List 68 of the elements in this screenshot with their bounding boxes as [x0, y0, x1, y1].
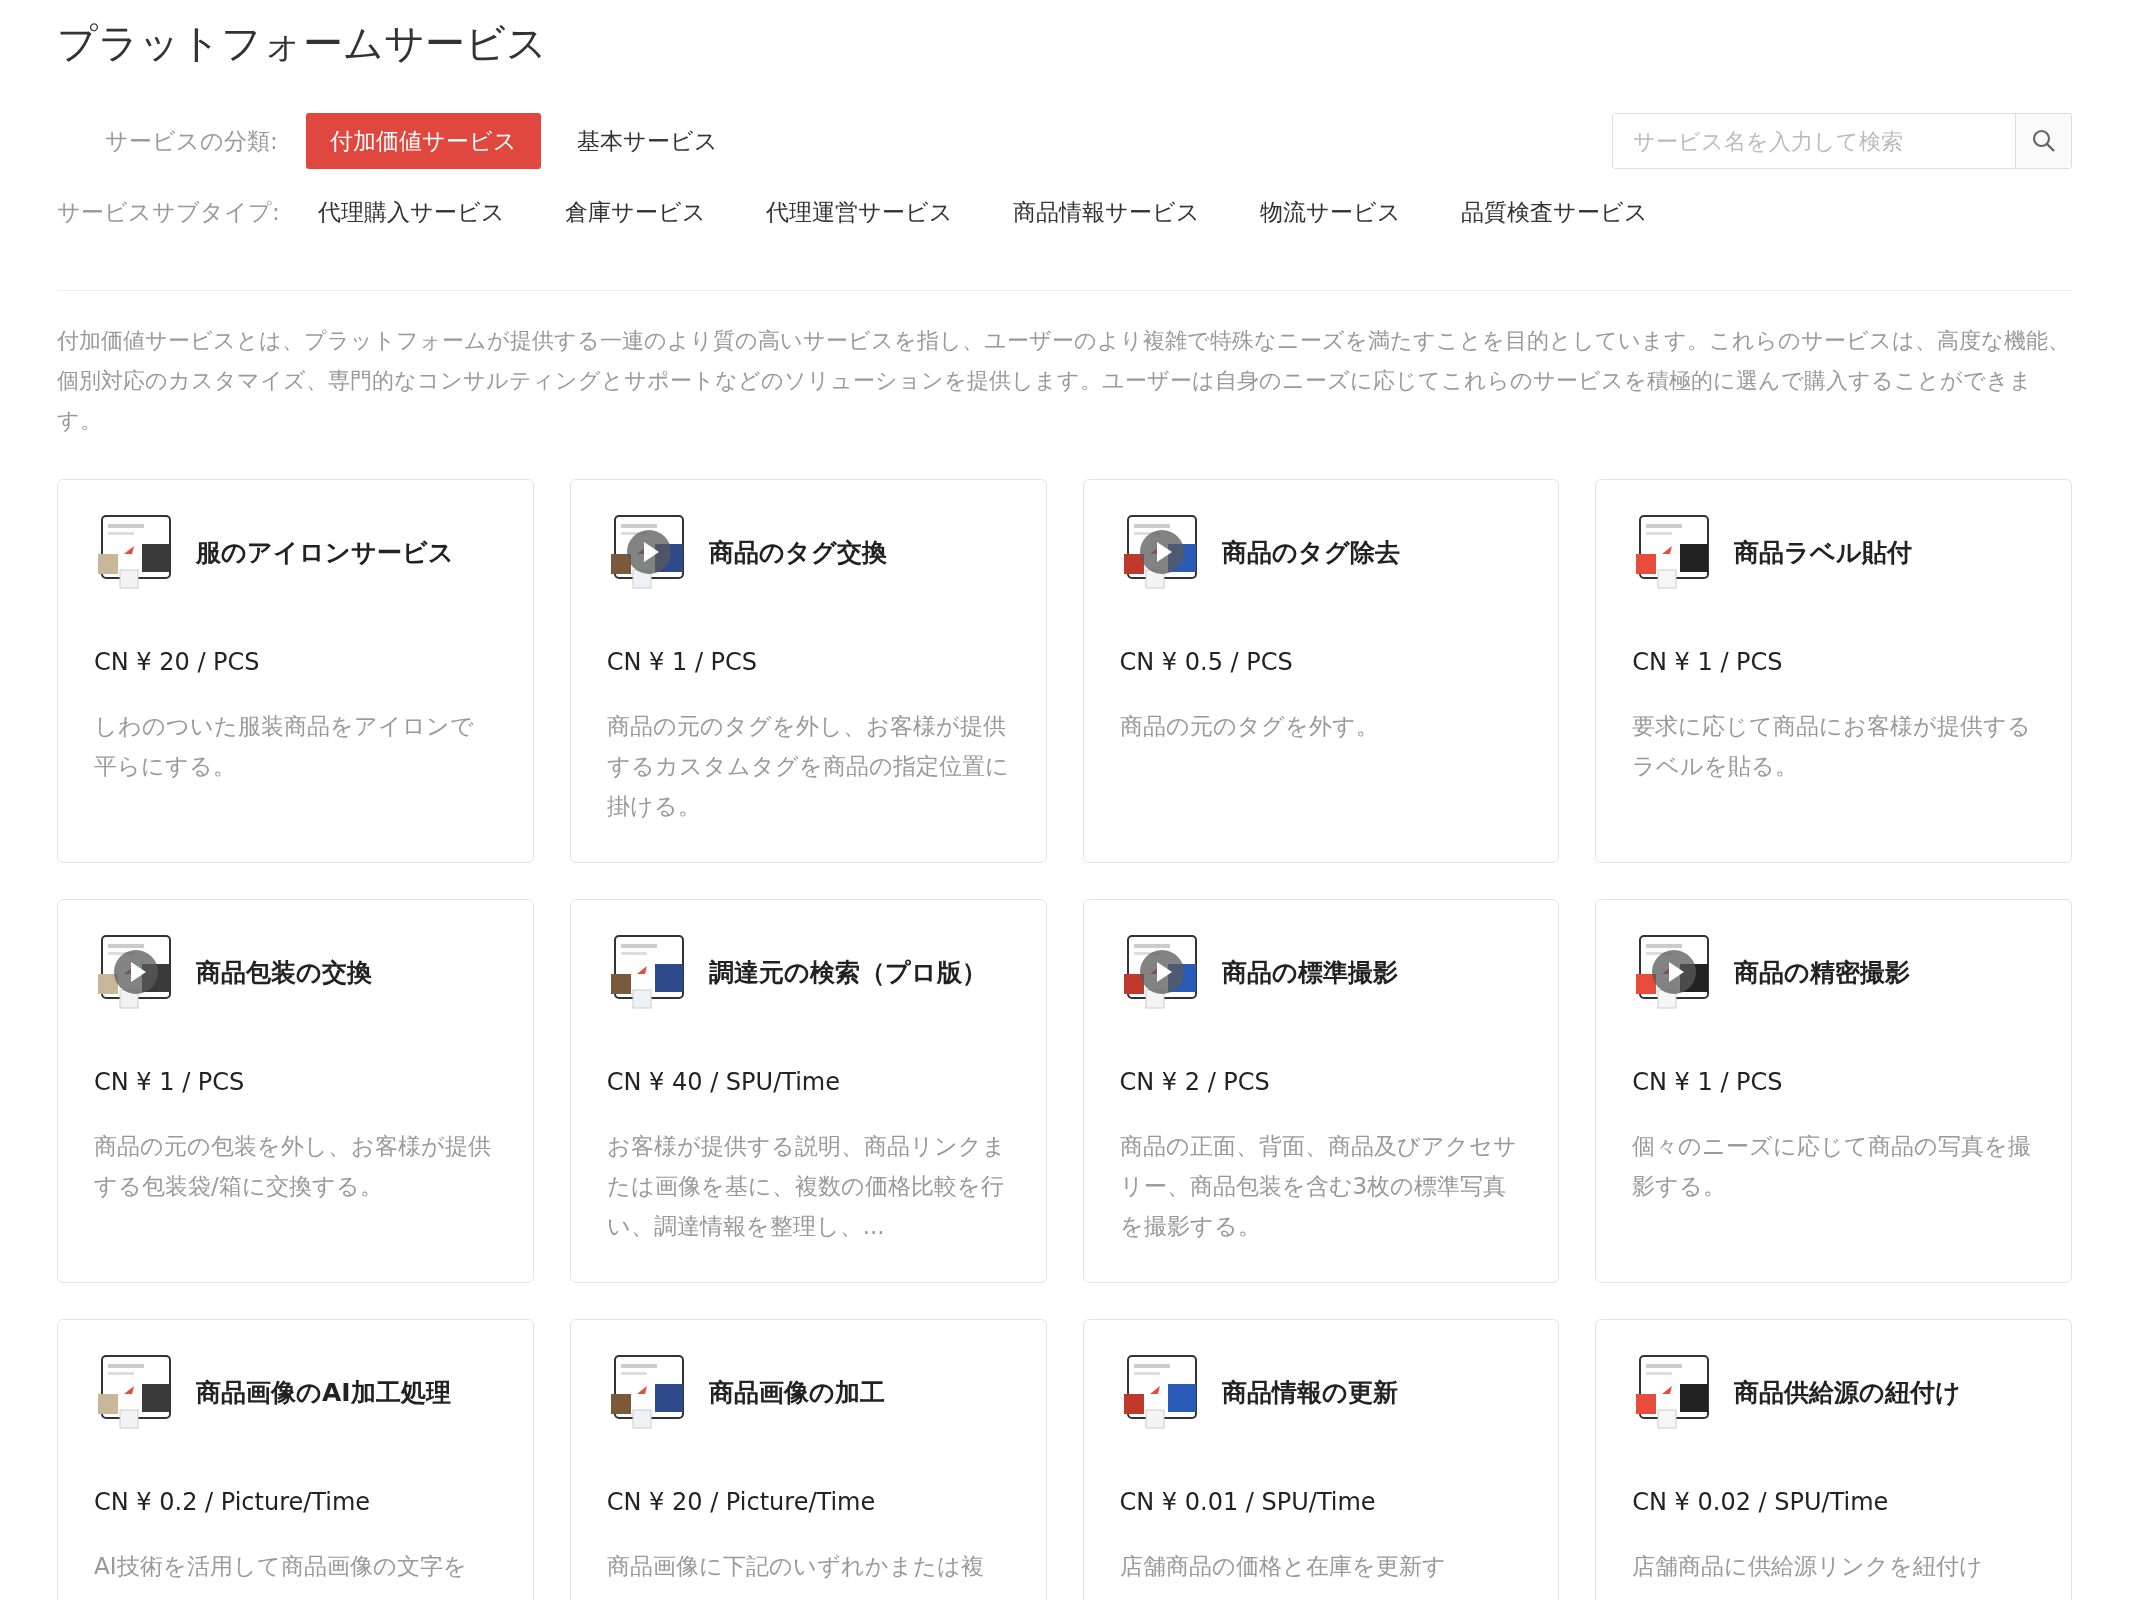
description-text: 付加価値サービスとは、プラットフォームが提供する一連のより質の高いサービスを指し、ユーザーのより複雑で特殊なニーズを満たすことを目的としています。これらのサービスは、高度な機能、個別対応のカスタマイズ、専門的なコンサルティングとサポートなどのソリューションを提供します。ユーザーは自身のニーズに応じてこれらのサービスを積極的に選んで購入することができます。	[57, 327, 2071, 435]
service-title: 商品ラベル貼付	[1734, 536, 1913, 569]
service-price: CN ¥ 1 / PCS	[1632, 648, 1784, 676]
service-title: 商品の標準撮影	[1221, 956, 1398, 989]
service-description: 個々のニーズに応じて商品の写真を撮影する。	[1632, 1132, 2033, 1201]
service-description: 店舗商品に供給源リンクを紐付け	[1632, 1552, 1985, 1581]
service-price: CN ¥ 40 / SPU/Time	[606, 1068, 841, 1096]
service-description: 商品画像に下記のいずれかまたは複	[606, 1552, 985, 1581]
service-card[interactable]: 服のアイロンサービス CN ¥ 20 / PCS しわのついた服装商品をアイロンで平らにする。	[57, 479, 534, 863]
service-description: 要求に応じて商品にお客様が提供するラベルを貼る。	[1632, 712, 2033, 781]
service-title: 商品のタグ交換	[708, 536, 887, 569]
service-card[interactable]: 商品のタグ交換 CN ¥ 1 / PCS 商品の元のタグを外し、お客様が提供するカスタムタグを商品の指定位置に掛ける。	[569, 479, 1047, 863]
category-tab[interactable]: 基本サービス	[552, 113, 742, 169]
play-icon[interactable]	[1139, 530, 1184, 574]
service-card[interactable]: 商品画像のAI加工処理 CN ¥ 0.2 / Picture/Time AI技術を活用して商品画像の文字を	[57, 1319, 534, 1600]
subtype-tab[interactable]: 代理購入サービス	[295, 196, 527, 228]
page-title: プラットフォームサービス	[57, 19, 548, 68]
service-title: 服のアイロンサービス	[196, 536, 454, 569]
service-description: 商品の元のタグを外す。	[1119, 712, 1380, 741]
service-description: 商品の元の包装を外し、お客様が提供する包装袋/箱に交換する。	[94, 1132, 492, 1201]
service-price: CN ¥ 1 / PCS	[1632, 1068, 1784, 1096]
service-price: CN ¥ 0.02 / SPU/Time	[1632, 1488, 1890, 1516]
service-title: 商品供給源の紐付け	[1734, 1376, 1962, 1409]
play-icon[interactable]	[1652, 950, 1697, 994]
service-card[interactable]: 商品包装の交換 CN ¥ 1 / PCS 商品の元の包装を外し、お客様が提供する包装袋/箱に交換する。	[57, 899, 534, 1283]
service-price: CN ¥ 20 / PCS	[94, 648, 261, 676]
subtype-tab[interactable]: 代理運営サービス	[743, 196, 975, 228]
service-card[interactable]: 商品供給源の紐付け CN ¥ 0.02 / SPU/Time 店舗商品に供給源リンクを紐付け	[1595, 1319, 2072, 1600]
search-field[interactable]: サービス名を入力して検索	[1612, 113, 2072, 169]
service-card[interactable]: 商品情報の更新 CN ¥ 0.01 / SPU/Time 店舗商品の価格と在庫を更新す	[1082, 1319, 1560, 1600]
subtype-label: サービスサブタイプ:	[57, 197, 280, 227]
subtype-tab[interactable]: 倉庫サービス	[542, 196, 728, 228]
service-description: 店舗商品の価格と在庫を更新す	[1119, 1552, 1447, 1581]
search-button[interactable]	[2015, 114, 2071, 168]
service-card[interactable]: 商品のタグ除去 CN ¥ 0.5 / PCS 商品の元のタグを外す。	[1082, 479, 1560, 863]
subtype-tab[interactable]: 品質検査サービス	[1438, 196, 1670, 228]
subtype-tab[interactable]: 商品情報サービス	[990, 196, 1222, 228]
service-card[interactable]: 商品の標準撮影 CN ¥ 2 / PCS 商品の正面、背面、商品及びアクセサリー、商品包装を含む3枚の標準写真を撮影する。	[1082, 899, 1560, 1283]
service-price: CN ¥ 1 / PCS	[94, 1068, 246, 1096]
service-description: お客様が提供する説明、商品リンクまたは画像を基に、複数の価格比較を行い、調達情報を整理し、...	[606, 1132, 1007, 1241]
service-description: AI技術を活用して商品画像の文字を	[94, 1552, 468, 1581]
service-title: 商品画像の加工	[708, 1376, 885, 1409]
service-price: CN ¥ 1 / PCS	[606, 648, 759, 676]
service-price: CN ¥ 0.01 / SPU/Time	[1119, 1488, 1377, 1516]
service-card[interactable]: 商品ラベル貼付 CN ¥ 1 / PCS 要求に応じて商品にお客様が提供するラベルを貼る。	[1595, 479, 2072, 863]
category-tab[interactable]: 付加価値サービス	[305, 113, 541, 169]
play-icon[interactable]	[626, 530, 671, 574]
service-price: CN ¥ 0.2 / Picture/Time	[94, 1488, 372, 1516]
service-title: 商品のタグ除去	[1221, 536, 1400, 569]
play-icon[interactable]	[114, 950, 158, 994]
service-card[interactable]: 調達元の検索（プロ版） CN ¥ 40 / SPU/Time お客様が提供する説明、商品リンクまたは画像を基に、複数の価格比較を行い、調達情報を整理し、...	[569, 899, 1047, 1283]
service-title: 商品の精密撮影	[1734, 956, 1911, 989]
service-title: 商品画像のAI加工処理	[196, 1376, 451, 1409]
service-title: 商品情報の更新	[1221, 1376, 1398, 1409]
play-icon[interactable]	[1139, 950, 1184, 994]
service-title: 調達元の検索（プロ版）	[708, 956, 987, 989]
service-price: CN ¥ 0.5 / PCS	[1119, 648, 1294, 676]
service-card[interactable]: 商品の精密撮影 CN ¥ 1 / PCS 個々のニーズに応じて商品の写真を撮影する。	[1595, 899, 2072, 1283]
service-description: しわのついた服装商品をアイロンで平らにする。	[94, 712, 475, 781]
service-price: CN ¥ 20 / Picture/Time	[606, 1488, 877, 1516]
search-icon	[2030, 128, 2057, 154]
service-description: 商品の正面、背面、商品及びアクセサリー、商品包装を含む3枚の標準写真を撮影する。	[1119, 1132, 1518, 1241]
service-price: CN ¥ 2 / PCS	[1119, 1068, 1271, 1096]
service-description: 商品の元のタグを外し、お客様が提供するカスタムタグを商品の指定位置に掛ける。	[606, 712, 1010, 821]
subtype-tab[interactable]: 物流サービス	[1237, 196, 1423, 228]
service-card[interactable]: 商品画像の加工 CN ¥ 20 / Picture/Time 商品画像に下記のいずれかまたは複	[569, 1319, 1047, 1600]
service-title: 商品包装の交換	[196, 956, 372, 989]
category-label: サービスの分類:	[105, 126, 278, 156]
